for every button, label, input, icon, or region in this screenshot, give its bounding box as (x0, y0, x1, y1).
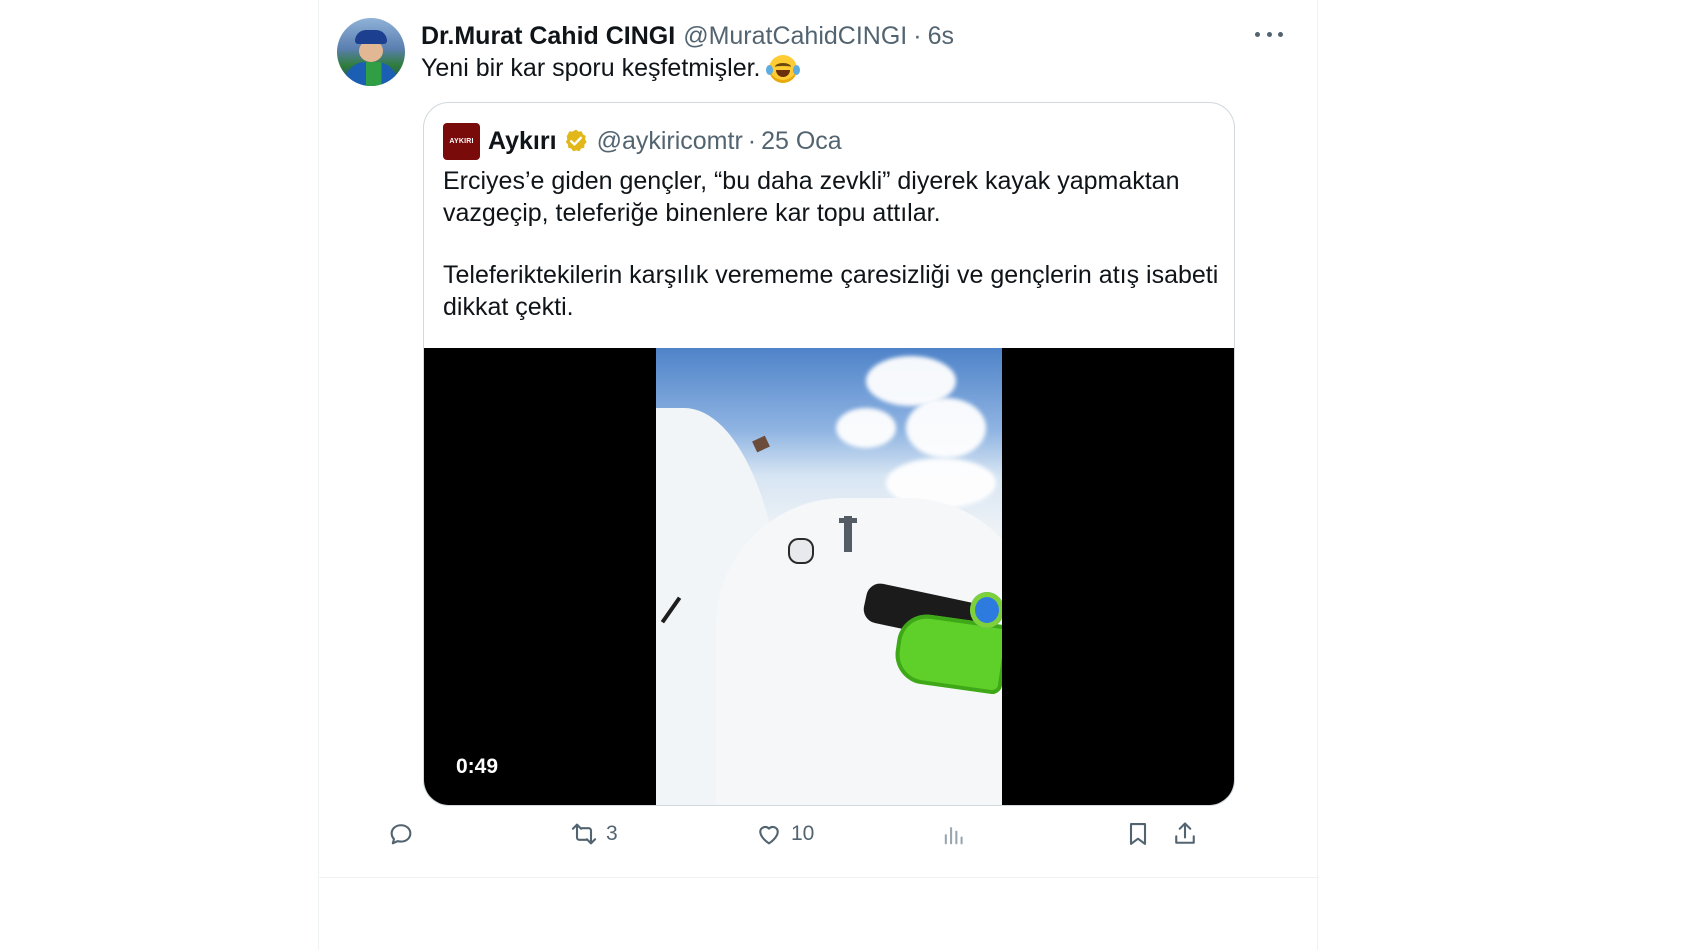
author-name[interactable]: Dr.Murat Cahid CINGI (421, 22, 675, 51)
quoted-author-logo[interactable]: AYKIRI (443, 122, 480, 160)
video-player[interactable]: 0:49 (424, 348, 1234, 805)
views-button[interactable] (940, 810, 976, 858)
author-handle[interactable]: @MuratCahidCINGI (683, 22, 907, 51)
share-button[interactable] (1171, 810, 1199, 858)
avatar-jacket (345, 62, 397, 86)
retweet-button[interactable]: 3 (570, 810, 618, 858)
quoted-tweet[interactable]: AYKIRI Aykırı @aykiricomtr · 25 Oca Erci… (423, 102, 1235, 806)
video-duration: 0:49 (446, 752, 509, 782)
reply-icon (390, 824, 412, 845)
views-chart-icon (944, 827, 963, 845)
avatar-cap (355, 30, 387, 44)
tweet-divider (319, 877, 1319, 878)
tweet-text-content: Yeni bir kar sporu keşfetmişler. (421, 54, 761, 82)
retweet-count: 3 (606, 822, 618, 845)
video-frame (656, 348, 1002, 805)
heart-icon (759, 825, 779, 845)
like-button[interactable]: 10 (755, 810, 814, 858)
quoted-tweet-header: AYKIRI Aykırı @aykiricomtr · 25 Oca (443, 121, 842, 161)
reply-button[interactable] (387, 810, 423, 858)
separator-dot: · (913, 21, 922, 50)
tweet-header: Dr.Murat Cahid CINGI @MuratCahidCINGI · … (421, 18, 954, 54)
laughing-tears-emoji-icon (765, 54, 800, 83)
bookmark-icon (1129, 823, 1147, 845)
quoted-paragraph-2: Teleferiktekilerin karşılık verememe çar… (443, 261, 1219, 321)
quoted-time[interactable]: 25 Oca (761, 127, 842, 156)
share-icon (1175, 822, 1195, 844)
quoted-separator-dot: · (747, 126, 757, 155)
like-count: 10 (791, 822, 815, 845)
timeline-column: Dr.Murat Cahid CINGI @MuratCahidCINGI · … (318, 0, 1319, 950)
quoted-author-handle[interactable]: @aykiricomtr (597, 127, 743, 156)
quoted-paragraph-1: Erciyes’e giden gençler, “bu daha zevkli… (443, 167, 1180, 227)
tweet-actions: 3 10 (387, 810, 1213, 858)
tweet-text: Yeni bir kar sporu keşfetmişler. (421, 54, 800, 83)
bookmark-button[interactable] (1124, 810, 1152, 858)
quoted-text: Erciyes’e giden gençler, “bu daha zevkli… (443, 165, 1223, 353)
verified-badge-icon (563, 128, 589, 154)
more-options-icon[interactable] (1255, 32, 1283, 40)
retweet-icon (571, 823, 597, 845)
tweet-time[interactable]: 6s (928, 22, 954, 51)
avatar[interactable] (337, 18, 405, 86)
quoted-author-name[interactable]: Aykırı (488, 127, 557, 156)
